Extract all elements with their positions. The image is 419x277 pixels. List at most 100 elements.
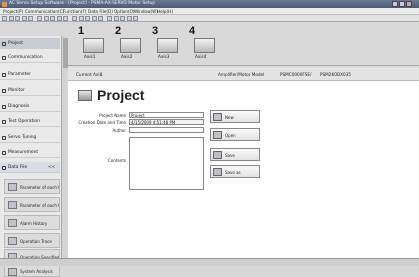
button-label: Save as [225, 170, 241, 175]
measurement-icon [2, 150, 6, 155]
toolbar-paste-icon[interactable] [43, 16, 49, 21]
toolbar-axis3-icon[interactable] [78, 16, 84, 21]
menu-data-file[interactable]: Data File(D) [88, 9, 113, 14]
subitem-alarm-history[interactable]: Alarm History [4, 215, 60, 230]
current-axis-value: 1 [100, 72, 103, 77]
sidebar-item-label: Diagnosis [8, 104, 30, 109]
close-button[interactable] [406, 1, 412, 7]
file-icon [2, 165, 6, 170]
amp-motor-label: Amplifier/Motor Model [218, 72, 265, 77]
alarm-icon [8, 219, 17, 227]
toolbar-save-icon[interactable] [15, 16, 20, 21]
axis-label: Axis1 [84, 54, 96, 59]
subitem-label: Parameter of each t [20, 203, 60, 208]
axis-number: 2 [115, 25, 122, 37]
toolbar-monitor-icon[interactable] [107, 16, 112, 21]
save-icon [213, 151, 222, 159]
subitem-parameter-each-2[interactable]: Parameter of each t [4, 197, 60, 212]
motor-model-value: PSM2K0DX035 [320, 72, 351, 77]
current-axis-label: Current Axis [76, 72, 102, 77]
toolbar-disconnect-icon[interactable] [98, 16, 103, 21]
toolbar-axis1-icon[interactable] [63, 16, 68, 21]
servo-amp-icon [83, 38, 104, 53]
menu-help[interactable]: Help(H) [157, 9, 173, 14]
new-project-icon [213, 113, 222, 121]
menu-function[interactable]: Function(F) [63, 9, 87, 14]
minimize-button[interactable] [392, 1, 398, 7]
toolbar-print-icon[interactable] [21, 16, 27, 21]
subitem-operation-trace[interactable]: Operation Trace [4, 233, 60, 248]
axis-4-button[interactable]: 4 Axis4 [189, 25, 225, 63]
save-button[interactable]: Save [210, 148, 260, 161]
sidebar-item-monitor[interactable]: Monitor [0, 85, 60, 96]
toolbar-graph-icon[interactable] [113, 16, 119, 21]
save-as-icon [213, 168, 222, 176]
sidebar-item-label: Servo Tuning [8, 135, 37, 140]
collapse-toggle[interactable]: << [48, 162, 55, 173]
toolbar-axis2-icon[interactable] [72, 16, 77, 21]
sidebar-item-data-file[interactable]: Data File << [0, 162, 60, 173]
sidebar: Project Communication Parameter Monitor … [0, 36, 67, 277]
parameter-file-icon [8, 183, 17, 191]
subitem-system-analysis[interactable]: System Analysis [4, 265, 60, 277]
maximize-button[interactable] [399, 1, 405, 7]
button-label: Save [225, 153, 235, 158]
menu-communication[interactable]: Communication(C) [25, 9, 64, 14]
menu-project[interactable]: Project(P) [3, 9, 23, 14]
project-name-field[interactable]: Project [129, 112, 204, 118]
sidebar-item-diagnosis[interactable]: Diagnosis [0, 101, 60, 112]
axis-2-button[interactable]: 2 Axis2 [115, 25, 151, 63]
toolbar-redo-icon[interactable] [56, 16, 62, 21]
sidebar-item-communication[interactable]: Communication [0, 52, 60, 63]
sidebar-scrollbar[interactable] [61, 36, 68, 266]
button-label: Open [225, 133, 236, 138]
model-separator: / [310, 72, 312, 77]
axis-number: 1 [78, 25, 85, 37]
info-bar: Current Axis 1 Amplifier/Motor Model PSM… [68, 67, 419, 81]
toolbar-help-icon[interactable] [133, 16, 138, 21]
communication-icon [2, 55, 6, 60]
sidebar-item-parameter[interactable]: Parameter [0, 69, 60, 80]
parameter-icon [2, 72, 6, 77]
project-name-label: Project Name [99, 113, 126, 118]
tuning-icon [2, 135, 6, 140]
menu-window[interactable]: Window(W) [134, 9, 158, 14]
sidebar-item-project[interactable]: Project [0, 38, 60, 49]
toolbar-tune-icon[interactable] [126, 16, 132, 21]
subitem-label: System Analysis [20, 269, 53, 274]
axis-label: Axis2 [121, 54, 133, 59]
author-field[interactable] [129, 127, 204, 133]
sidebar-item-servo-tuning[interactable]: Servo Tuning [0, 132, 60, 143]
toolbar-new-icon[interactable] [2, 16, 7, 21]
contents-field[interactable] [129, 137, 204, 190]
title-bar: AC Servo Setup Software - [Project] - PS… [0, 0, 419, 8]
toolbar-trace-icon[interactable] [120, 16, 125, 21]
sidebar-item-test-operation[interactable]: Test Operation [0, 116, 60, 127]
menu-option[interactable]: Option(O) [114, 9, 135, 14]
sidebar-item-measurement[interactable]: Measurement [0, 147, 60, 158]
subitem-label: Operation Trace [20, 239, 52, 244]
folder-icon [2, 41, 6, 46]
axis-label: Axis4 [195, 54, 207, 59]
toolbar-cut-icon[interactable] [28, 16, 33, 21]
sidebar-item-label: Data File [8, 165, 28, 170]
test-icon [2, 119, 6, 124]
save-as-button[interactable]: Save as [210, 165, 260, 178]
open-button[interactable]: Open [210, 128, 260, 141]
subitem-parameter-each-1[interactable]: Parameter of each t [4, 179, 60, 194]
axis-3-button[interactable]: 3 Axis3 [152, 25, 188, 63]
scrollbar-thumb[interactable] [62, 38, 68, 68]
toolbar-undo-icon[interactable] [50, 16, 55, 21]
new-button[interactable]: New [210, 110, 260, 123]
toolbar-axis4-icon[interactable] [85, 16, 90, 21]
toolbar-connect-icon[interactable] [91, 16, 97, 21]
creation-date-field: 4/15/2009 4:51:48 PM [129, 119, 204, 125]
toolbar-open-icon[interactable] [8, 16, 14, 21]
analysis-icon [8, 268, 17, 276]
author-label: Author [112, 128, 126, 133]
status-bar [0, 258, 419, 266]
axis-1-button[interactable]: 1 Axis1 [78, 25, 114, 63]
sidebar-item-label: Test Operation [8, 119, 40, 124]
servo-amp-icon [120, 38, 141, 53]
toolbar-copy-icon[interactable] [37, 16, 42, 21]
